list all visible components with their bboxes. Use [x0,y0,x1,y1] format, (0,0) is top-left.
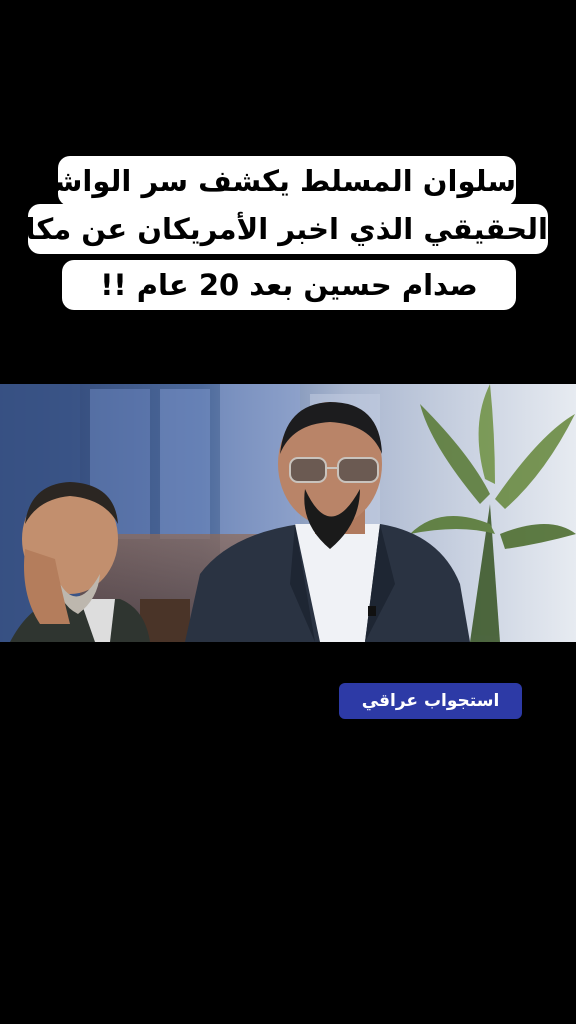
title-line-3: صدام حسين بعد 20 عام !! [62,260,516,310]
interview-photo [0,384,576,642]
title-line-2: الحقيقي الذي اخبر الأمريكان عن مكان [1,204,548,254]
program-badge: استجواب عراقي [339,683,522,719]
title-line-1: سلوان المسلط يكشف سر الواشي [25,156,516,206]
